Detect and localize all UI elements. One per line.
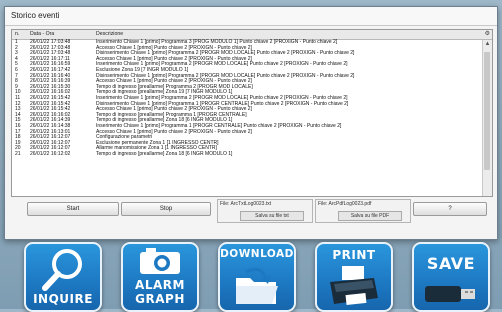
- camera-icon: [140, 248, 180, 274]
- alarm-label: ALARM: [135, 278, 185, 292]
- row-datetime: 26/01/22 16:12:02: [30, 150, 71, 157]
- download-tile[interactable]: DOWNLOAD: [218, 242, 296, 312]
- col-header-desc[interactable]: Descrizione: [96, 30, 123, 39]
- event-rows: 1 26/01/22 17:03:48 Inserimento Chiave 1 […: [12, 39, 482, 196]
- magnifier-icon: [42, 249, 82, 291]
- folder-arrow-icon: [236, 267, 278, 304]
- event-history-window: Storico eventi n. Data - Ora Descrizione…: [4, 6, 498, 240]
- stop-button[interactable]: Stop: [121, 202, 211, 216]
- printer-icon: [330, 266, 378, 306]
- gear-icon[interactable]: ⚙: [485, 30, 490, 39]
- print-label: PRINT: [332, 248, 376, 262]
- vertical-scrollbar[interactable]: ▲: [482, 40, 492, 196]
- save-tile[interactable]: SAVE: [412, 242, 490, 312]
- usb-drive-icon: [425, 286, 475, 302]
- window-title: Storico eventi: [5, 7, 497, 26]
- pdf-file-group: File: ArcPdfLog0023.pdf Salva su file PD…: [315, 199, 411, 223]
- download-label: DOWNLOAD: [220, 248, 294, 260]
- chevron-up-icon[interactable]: ▲: [483, 40, 492, 49]
- txt-file-group: File: ArcTxtLog0023.txt Salva su file tx…: [217, 199, 313, 223]
- print-tile[interactable]: PRINT: [315, 242, 393, 312]
- event-list[interactable]: n. Data - Ora Descrizione ⚙ 1 26/01/22 17…: [11, 29, 493, 197]
- save-txt-button[interactable]: Salva su file txt: [240, 211, 304, 221]
- col-header-date[interactable]: Data - Ora: [30, 30, 90, 39]
- save-pdf-button[interactable]: Salva su file PDF: [338, 211, 402, 221]
- start-button[interactable]: Start: [27, 202, 119, 216]
- help-button[interactable]: ?: [413, 202, 487, 216]
- txt-file-label: File: ArcTxtLog0023.txt: [220, 201, 272, 207]
- graph-label: GRAPH: [135, 292, 185, 306]
- feature-tiles: INQUIRE ALARM GRAPH DOWNLOAD PRINT SAVE: [0, 238, 502, 312]
- table-row[interactable]: 21 26/01/22 16:12:02 Tempo di ingresso [pr…: [12, 150, 482, 158]
- alarm-graph-tile[interactable]: ALARM GRAPH: [121, 242, 199, 312]
- inquire-tile[interactable]: INQUIRE: [24, 242, 102, 312]
- save-label: SAVE: [426, 254, 476, 273]
- inquire-label: INQUIRE: [33, 292, 93, 306]
- row-number: 21: [15, 150, 21, 157]
- row-description: Tempo di ingresso [preallarme] Zona 18 […: [96, 150, 233, 157]
- pdf-file-label: File: ArcPdfLog0023.pdf: [318, 201, 372, 207]
- action-bar: Start Stop File: ArcTxtLog0023.txt Salva…: [11, 199, 491, 235]
- col-header-n[interactable]: n.: [15, 30, 29, 39]
- scroll-thumb[interactable]: [484, 52, 490, 170]
